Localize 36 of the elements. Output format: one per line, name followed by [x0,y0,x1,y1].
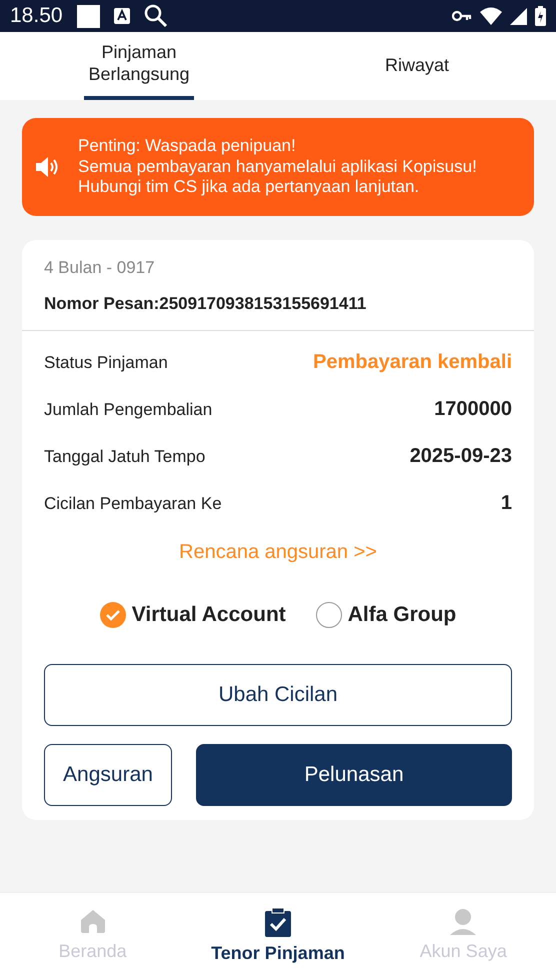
speaker-icon [36,157,60,177]
order-number: Nomor Pesan:2509170938153155691411 [44,294,368,314]
notice-line: Hubungi tim CS jika ada pertanyaan lanjutan. [78,177,420,198]
notice-line: Penting: Waspada penipuan! [78,136,297,157]
notice-line: Semua pembayaran hanyamelalui aplikasi Kopisusu! [78,156,477,178]
radio-button[interactable] [316,602,342,628]
row-label: Status Pinjaman [44,352,168,372]
action-button[interactable]: Angsuran [44,744,172,806]
signal-icon [510,8,527,24]
row-label: Cicilan Pembayaran Ke [44,494,222,514]
row-label: Jumlah Pengembalian [44,400,212,420]
nav-item[interactable]: Tenor Pinjaman [185,893,371,980]
row-label: Tanggal Jatuh Tempo [44,446,206,466]
user-icon [449,907,478,935]
translate-icon [114,8,130,24]
battery-icon [535,6,546,26]
row-value: 1700000 [434,398,512,421]
payment-option[interactable]: Virtual Account [100,602,286,628]
square-icon [76,4,100,28]
row-value: 1 [500,492,512,515]
radio-button[interactable] [100,602,126,628]
check-icon [106,610,120,620]
payment-option[interactable]: Alfa Group [316,602,456,628]
tab[interactable]: Pinjaman Berlangsung [84,32,194,100]
clipboard-check-icon [264,907,292,937]
wifi-icon [480,7,502,25]
key-icon [452,10,472,22]
row-value: Pembayaran kembali [313,351,512,374]
row-value: 2025-09-23 [410,445,512,468]
loan-tenor: 4 Bulan - 0917 [44,258,156,278]
search-icon [144,4,168,28]
home-icon [78,907,107,935]
tab[interactable]: Riwayat [382,32,452,100]
action-button[interactable]: Ubah Cicilan [44,664,512,726]
action-button[interactable]: Pelunasan [196,744,512,806]
status-time: 18.50 [10,4,63,28]
